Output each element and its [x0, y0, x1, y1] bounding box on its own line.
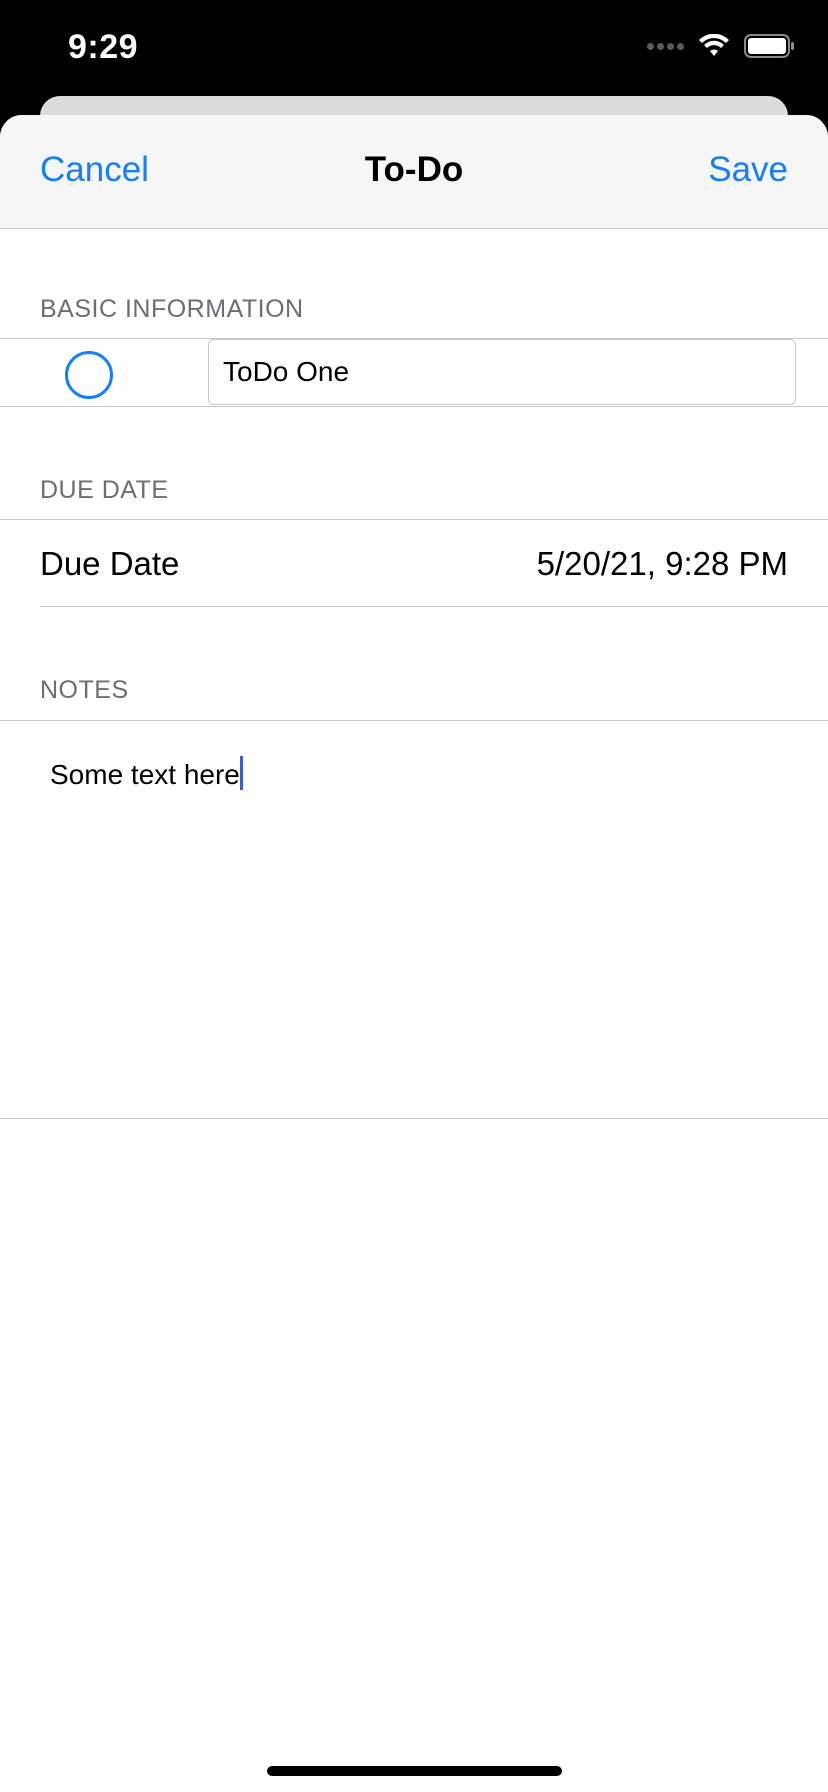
- due-date-picker[interactable]: 5/20/21, 9:28 PM: [537, 545, 788, 583]
- wifi-icon: [699, 34, 729, 56]
- section-header-due-date: DUE DATE: [40, 476, 169, 504]
- divider: [0, 406, 828, 407]
- section-header-basic: BASIC INFORMATION: [40, 295, 304, 323]
- save-button[interactable]: Save: [708, 150, 788, 190]
- page-title: To-Do: [364, 150, 464, 189]
- todo-sheet: Cancel To-Do Save BASIC INFORMATION ToDo…: [0, 115, 828, 1792]
- home-indicator[interactable]: [267, 1766, 562, 1776]
- cellular-signal-icon: [647, 42, 684, 50]
- text-caret: [239, 756, 243, 790]
- screen: 9:29 Cancel To-Do Save BASIC INFORMATION…: [0, 0, 828, 1792]
- complete-toggle-icon[interactable]: [65, 351, 113, 399]
- divider: [0, 1118, 828, 1119]
- notes-text: Some text here: [50, 759, 240, 790]
- divider: [0, 519, 828, 520]
- section-header-notes: NOTES: [40, 676, 129, 704]
- due-date-label: Due Date: [40, 545, 180, 582]
- status-time: 9:29: [68, 28, 139, 66]
- title-input[interactable]: ToDo One: [208, 339, 796, 405]
- divider: [40, 606, 828, 607]
- battery-icon: [744, 34, 794, 58]
- status-icons: [647, 34, 796, 58]
- notes-textarea[interactable]: Some text here: [0, 721, 828, 1118]
- navigation-bar: Cancel To-Do Save: [0, 115, 828, 229]
